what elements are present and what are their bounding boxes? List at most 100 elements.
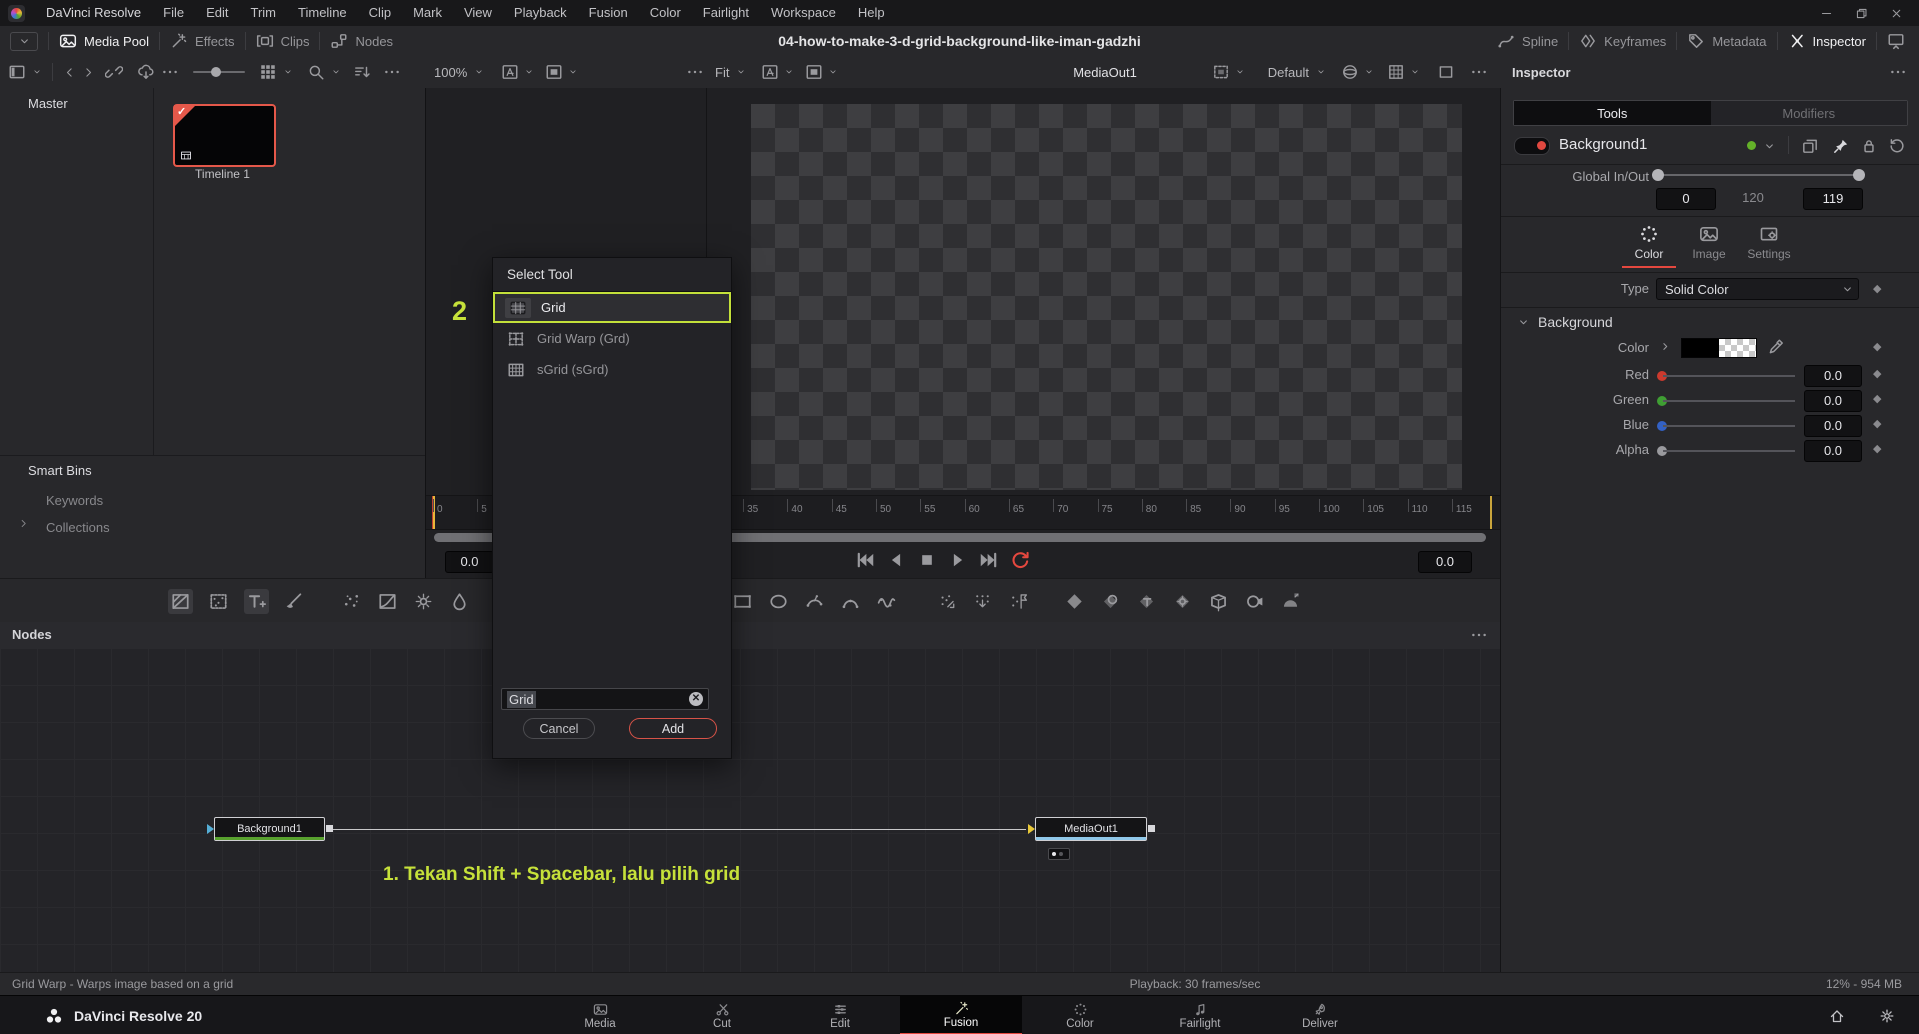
tool-rectangle-icon[interactable] [732, 591, 753, 612]
nav-page-color[interactable]: Color [1025, 996, 1135, 1034]
search-icon[interactable] [307, 63, 325, 81]
buffer-icon[interactable] [805, 63, 823, 81]
tool-merge3d-icon[interactable] [1064, 591, 1085, 612]
slider-track[interactable] [1663, 425, 1795, 427]
play-button[interactable] [947, 549, 969, 571]
header-button-inspector[interactable]: Inspector [1788, 26, 1866, 56]
header-button-effects[interactable]: Effects [170, 26, 235, 56]
more-options-icon[interactable] [686, 63, 704, 81]
tool-drop-icon[interactable] [449, 591, 470, 612]
menu-davinci-resolve[interactable]: DaVinci Resolve [35, 0, 152, 26]
dual-screen-icon[interactable] [1887, 32, 1905, 50]
tool-textplus-icon[interactable] [244, 589, 269, 614]
channel-value-field[interactable]: 0.0 [1804, 440, 1862, 462]
menu-fusion[interactable]: Fusion [578, 0, 639, 26]
tool-paint-icon[interactable] [284, 591, 305, 612]
clear-search-icon[interactable]: ✕ [689, 692, 703, 706]
nav-page-cut[interactable]: Cut [667, 996, 777, 1034]
header-button-nodes[interactable]: Nodes [330, 26, 393, 56]
go-last-frame-button[interactable] [978, 549, 1000, 571]
node-input[interactable] [1028, 824, 1035, 834]
menu-workspace[interactable]: Workspace [760, 0, 847, 26]
chevron-down-icon[interactable] [1364, 67, 1374, 77]
node-enable-toggle[interactable] [1514, 137, 1550, 155]
settings-gear-icon[interactable] [1879, 1008, 1895, 1024]
tool-prender-icon[interactable] [1008, 591, 1029, 612]
chevron-down-icon[interactable] [524, 67, 534, 77]
unlink-icon[interactable] [105, 63, 123, 81]
tool-light3d-icon[interactable] [1172, 591, 1193, 612]
modifier-diamond-icon[interactable]: ◆ [1873, 340, 1881, 353]
modifier-diamond-icon[interactable]: ◆ [1873, 392, 1881, 405]
header-button-clips[interactable]: Clips [256, 26, 310, 56]
slider-track[interactable] [1663, 400, 1795, 402]
grid-view-icon[interactable] [259, 63, 277, 81]
header-button-metadata[interactable]: Metadata [1687, 26, 1766, 56]
guides-icon[interactable] [1387, 63, 1405, 81]
tool-wave-icon[interactable] [876, 591, 897, 612]
tool-item-grid[interactable]: Grid [493, 292, 731, 323]
minimize-icon[interactable] [1820, 7, 1833, 20]
chevron-down-icon[interactable] [1410, 67, 1420, 77]
tool-search-input[interactable]: Grid ✕ [501, 688, 709, 710]
chevron-down-icon[interactable] [1763, 140, 1776, 153]
add-button[interactable]: Add [629, 718, 717, 739]
tool-shape3d-icon[interactable] [1100, 591, 1121, 612]
menu-timeline[interactable]: Timeline [287, 0, 358, 26]
modifier-diamond-icon[interactable]: ◆ [1873, 367, 1881, 380]
tool-curves-icon[interactable] [377, 591, 398, 612]
menu-view[interactable]: View [453, 0, 503, 26]
stop-button[interactable] [916, 549, 938, 571]
tool-pmerge-icon[interactable] [972, 591, 993, 612]
bin-view-icon[interactable] [8, 63, 26, 81]
color-swatch[interactable] [1681, 338, 1757, 358]
menu-edit[interactable]: Edit [195, 0, 239, 26]
chevron-down-icon[interactable] [828, 67, 838, 77]
menu-clip[interactable]: Clip [358, 0, 402, 26]
lock-icon[interactable] [1860, 137, 1878, 155]
cancel-button[interactable]: Cancel [523, 718, 595, 739]
fit-dropdown[interactable]: Fit [715, 65, 729, 80]
modifier-diamond-icon[interactable]: ◆ [1873, 442, 1881, 455]
chevron-down-icon[interactable] [568, 67, 578, 77]
type-select[interactable]: Solid Color [1656, 278, 1859, 300]
node-graph[interactable]: Background1 MediaOut1 [0, 648, 1500, 972]
thumbnail-size-slider[interactable] [193, 71, 245, 73]
pin-icon[interactable] [1832, 137, 1850, 155]
chevron-down-icon[interactable] [784, 67, 794, 77]
menu-color[interactable]: Color [639, 0, 692, 26]
menu-trim[interactable]: Trim [240, 0, 288, 26]
slider-track[interactable] [1663, 375, 1795, 377]
restore-icon[interactable] [1855, 7, 1868, 20]
global-inout-slider[interactable] [1656, 174, 1861, 176]
more-options-icon[interactable] [1470, 626, 1488, 644]
roi-icon[interactable] [1212, 63, 1230, 81]
tool-bspline-icon[interactable] [840, 591, 861, 612]
go-first-frame-button[interactable] [854, 549, 876, 571]
back-icon[interactable] [63, 66, 76, 79]
nav-page-fairlight[interactable]: Fairlight [1145, 996, 1255, 1034]
tool-camera3d-icon[interactable] [1244, 591, 1265, 612]
nav-page-edit[interactable]: Edit [785, 996, 895, 1034]
menu-fairlight[interactable]: Fairlight [692, 0, 760, 26]
channel-a-icon[interactable] [761, 63, 779, 81]
chevron-down-icon[interactable] [32, 67, 42, 77]
buffer-icon[interactable] [545, 63, 563, 81]
chevron-down-icon[interactable] [283, 67, 293, 77]
tab-modifiers[interactable]: Modifiers [1711, 101, 1908, 125]
chevron-down-icon[interactable] [331, 67, 341, 77]
tab-settings[interactable]: Settings [1733, 224, 1805, 261]
nav-page-fusion[interactable]: Fusion [900, 996, 1022, 1034]
header-button-media-pool[interactable]: Media Pool [59, 26, 149, 56]
tool-plane3d-icon[interactable] [1208, 591, 1229, 612]
timeline-clip-thumbnail[interactable]: ✓ [173, 104, 276, 167]
bin-master[interactable]: Master [28, 96, 68, 111]
node-background1[interactable]: Background1 [214, 817, 325, 841]
forward-icon[interactable] [82, 66, 95, 79]
menu-file[interactable]: File [152, 0, 195, 26]
eyedropper-icon[interactable] [1767, 338, 1785, 356]
viewer-assign-badge[interactable] [1048, 848, 1070, 860]
channel-value-field[interactable]: 0.0 [1804, 390, 1862, 412]
home-icon[interactable] [1829, 1008, 1845, 1024]
tool-polygon-icon[interactable] [804, 591, 825, 612]
